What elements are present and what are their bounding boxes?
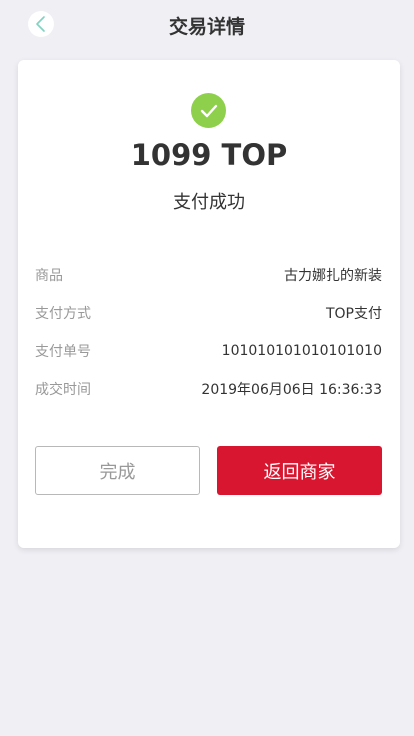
- detail-value: 101010101010101010: [221, 343, 382, 359]
- detail-row-transaction-time: 成交时间 2019年06月06日 16:36:33: [35, 370, 382, 408]
- transaction-card: 1099 TOP 支付成功 商品 古力娜扎的新装 支付方式 TOP支付 支付单号…: [18, 60, 400, 548]
- detail-value: TOP支付: [325, 306, 382, 322]
- detail-label: 商品: [35, 268, 63, 284]
- payment-status: 支付成功: [173, 192, 245, 213]
- detail-label: 支付单号: [35, 344, 91, 360]
- return-to-merchant-button[interactable]: 返回商家: [217, 446, 382, 495]
- check-icon: [200, 104, 217, 117]
- header: 交易详情: [0, 0, 414, 50]
- payment-amount: 1099 TOP: [130, 138, 288, 172]
- detail-row-payment-method: 支付方式 TOP支付: [35, 294, 382, 332]
- detail-value: 古力娜扎的新装: [284, 268, 382, 284]
- page-title: 交易详情: [168, 16, 245, 38]
- detail-row-product: 商品 古力娜扎的新装: [35, 256, 382, 294]
- detail-row-order-number: 支付单号 101010101010101010: [35, 332, 382, 370]
- detail-value: 2019年06月06日 16:36:33: [201, 382, 382, 398]
- detail-label: 成交时间: [35, 382, 91, 398]
- details-list: 商品 古力娜扎的新装 支付方式 TOP支付 支付单号 1010101010101…: [35, 256, 382, 408]
- done-button[interactable]: 完成: [35, 446, 200, 495]
- detail-label: 支付方式: [35, 306, 91, 322]
- success-badge: [191, 93, 226, 128]
